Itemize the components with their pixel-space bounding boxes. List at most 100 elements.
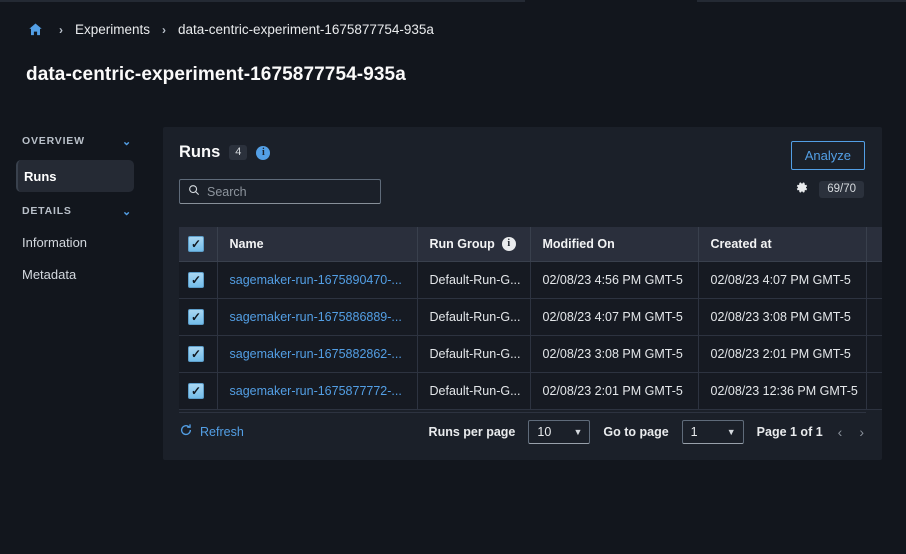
column-header-run-group-label: Run Group (429, 236, 495, 251)
table-footer: Refresh Runs per page 10 ▼ Go to page 1 … (179, 412, 866, 446)
column-header-val[interactable]: val (866, 227, 882, 262)
runs-title-group: Runs 4 i (179, 143, 271, 162)
run-link[interactable]: sagemaker-run-1675877772-... (230, 384, 402, 398)
column-header-run-group[interactable]: Run Group i (417, 227, 531, 262)
sidebar-group-label: OVERVIEW (22, 135, 85, 147)
next-page-button[interactable]: › (857, 424, 866, 440)
table-settings-group: 69/70 (794, 180, 864, 199)
cell-val: 0.5 (866, 261, 882, 299)
chevron-down-icon: ⌄ (121, 135, 132, 148)
breadcrumb-item-experiments[interactable]: Experiments (75, 22, 150, 37)
breadcrumb: › Experiments › data-centric-experiment-… (24, 22, 434, 37)
cell-created-at: 02/08/23 4:07 PM GMT-5 (698, 261, 867, 299)
column-count-badge: 69/70 (819, 180, 864, 199)
runs-table-wrap: ✓ Name Run Group i Modified On Created a… (179, 227, 882, 410)
chevron-down-icon: ▼ (726, 426, 736, 437)
run-link[interactable]: sagemaker-run-1675890470-... (230, 273, 402, 287)
go-to-page-label: Go to page (603, 424, 669, 439)
runs-card: Runs 4 i Analyze 69/70 (163, 127, 882, 460)
sidebar-item-label: Metadata (22, 266, 77, 282)
refresh-icon (179, 423, 193, 440)
search-input[interactable] (207, 184, 357, 199)
cell-modified-on: 02/08/23 3:08 PM GMT-5 (530, 335, 699, 373)
go-to-page-value: 1 (690, 424, 698, 439)
table-row[interactable]: ✓ sagemaker-run-1675882862-... Default-R… (179, 335, 882, 373)
page-info: Page 1 of 1 (756, 424, 823, 439)
home-icon[interactable] (24, 22, 47, 37)
table-header-row: ✓ Name Run Group i Modified On Created a… (179, 227, 882, 262)
cell-run-group: Default-Run-G... (417, 261, 531, 299)
sidebar-group-label: DETAILS (22, 205, 72, 217)
card-header: Runs 4 i Analyze (163, 127, 882, 179)
cell-name: sagemaker-run-1675877772-... (217, 372, 418, 410)
table-row[interactable]: ✓ sagemaker-run-1675877772-... Default-R… (179, 372, 882, 410)
row-select-cell: ✓ (179, 372, 218, 410)
cell-val: 0.3 (866, 335, 882, 373)
breadcrumb-item-current[interactable]: data-centric-experiment-1675877754-935a (178, 22, 434, 37)
run-link[interactable]: sagemaker-run-1675886889-... (230, 310, 402, 324)
sidebar-item-information[interactable]: Information (0, 226, 150, 258)
runs-table: ✓ Name Run Group i Modified On Created a… (179, 227, 882, 410)
cell-created-at: 02/08/23 12:36 PM GMT-5 (698, 372, 867, 410)
table-row[interactable]: ✓ sagemaker-run-1675886889-... Default-R… (179, 298, 882, 336)
search-row: 69/70 (163, 179, 882, 215)
sidebar-item-label: Runs (24, 168, 57, 184)
cell-created-at: 02/08/23 3:08 PM GMT-5 (698, 298, 867, 336)
breadcrumb-separator: › (162, 22, 167, 37)
cell-modified-on: 02/08/23 2:01 PM GMT-5 (530, 372, 699, 410)
pagination-controls: Runs per page 10 ▼ Go to page 1 ▼ Page 1… (428, 419, 866, 444)
sidebar-group-details[interactable]: DETAILS ⌄ (0, 196, 150, 226)
select-all-header: ✓ (179, 227, 218, 262)
refresh-button[interactable]: Refresh (179, 423, 244, 440)
cell-name: sagemaker-run-1675890470-... (217, 261, 418, 299)
sidebar-group-overview[interactable]: OVERVIEW ⌄ (0, 126, 150, 156)
refresh-label: Refresh (200, 424, 244, 439)
row-select-cell: ✓ (179, 298, 218, 336)
row-checkbox[interactable]: ✓ (188, 271, 204, 288)
runs-per-page-select[interactable]: 10 ▼ (528, 419, 591, 444)
cell-modified-on: 02/08/23 4:56 PM GMT-5 (530, 261, 699, 299)
cell-val: 0.3 (866, 298, 882, 336)
run-link[interactable]: sagemaker-run-1675882862-... (230, 347, 402, 361)
search-icon (188, 184, 200, 199)
runs-count-badge: 4 (229, 145, 248, 160)
go-to-page-select[interactable]: 1 ▼ (681, 419, 744, 444)
gear-icon[interactable] (794, 180, 809, 199)
breadcrumb-separator: › (59, 22, 63, 37)
cell-name: sagemaker-run-1675882862-... (217, 335, 418, 373)
chevron-down-icon: ⌄ (121, 205, 132, 218)
page-title: data-centric-experiment-1675877754-935a (26, 64, 406, 85)
chevron-down-icon: ▼ (573, 426, 583, 437)
info-icon[interactable]: i (501, 236, 516, 251)
row-checkbox[interactable]: ✓ (188, 345, 204, 362)
table-row[interactable]: ✓ sagemaker-run-1675890470-... Default-R… (179, 261, 882, 299)
cell-run-group: Default-Run-G... (417, 335, 531, 373)
sidebar-item-metadata[interactable]: Metadata (0, 258, 150, 290)
row-select-cell: ✓ (179, 335, 218, 373)
cell-val: 0.3 (866, 372, 882, 410)
row-select-cell: ✓ (179, 261, 218, 299)
cell-run-group: Default-Run-G... (417, 298, 531, 336)
cell-modified-on: 02/08/23 4:07 PM GMT-5 (530, 298, 699, 336)
column-header-created-at[interactable]: Created at (698, 227, 867, 262)
cell-run-group: Default-Run-G... (417, 372, 531, 410)
sidebar: OVERVIEW ⌄ Runs DETAILS ⌄ Information Me… (0, 126, 150, 290)
cell-name: sagemaker-run-1675886889-... (217, 298, 418, 336)
cell-created-at: 02/08/23 2:01 PM GMT-5 (698, 335, 867, 373)
column-header-name[interactable]: Name (217, 227, 418, 262)
sidebar-item-runs[interactable]: Runs (16, 160, 134, 192)
runs-per-page-label: Runs per page (428, 424, 516, 439)
table-body: ✓ sagemaker-run-1675890470-... Default-R… (179, 261, 882, 410)
sidebar-item-label: Information (22, 234, 88, 250)
runs-per-page-value: 10 (537, 424, 552, 439)
analyze-button[interactable]: Analyze (790, 141, 865, 170)
row-checkbox[interactable]: ✓ (188, 382, 204, 399)
select-all-checkbox[interactable]: ✓ (188, 235, 204, 252)
previous-page-button[interactable]: ‹ (836, 424, 845, 440)
window-top-edge (0, 0, 906, 3)
runs-title: Runs (179, 143, 221, 161)
column-header-modified-on[interactable]: Modified On (530, 227, 699, 262)
row-checkbox[interactable]: ✓ (188, 308, 204, 325)
info-icon[interactable]: i (256, 145, 271, 160)
search-box[interactable] (179, 179, 381, 204)
